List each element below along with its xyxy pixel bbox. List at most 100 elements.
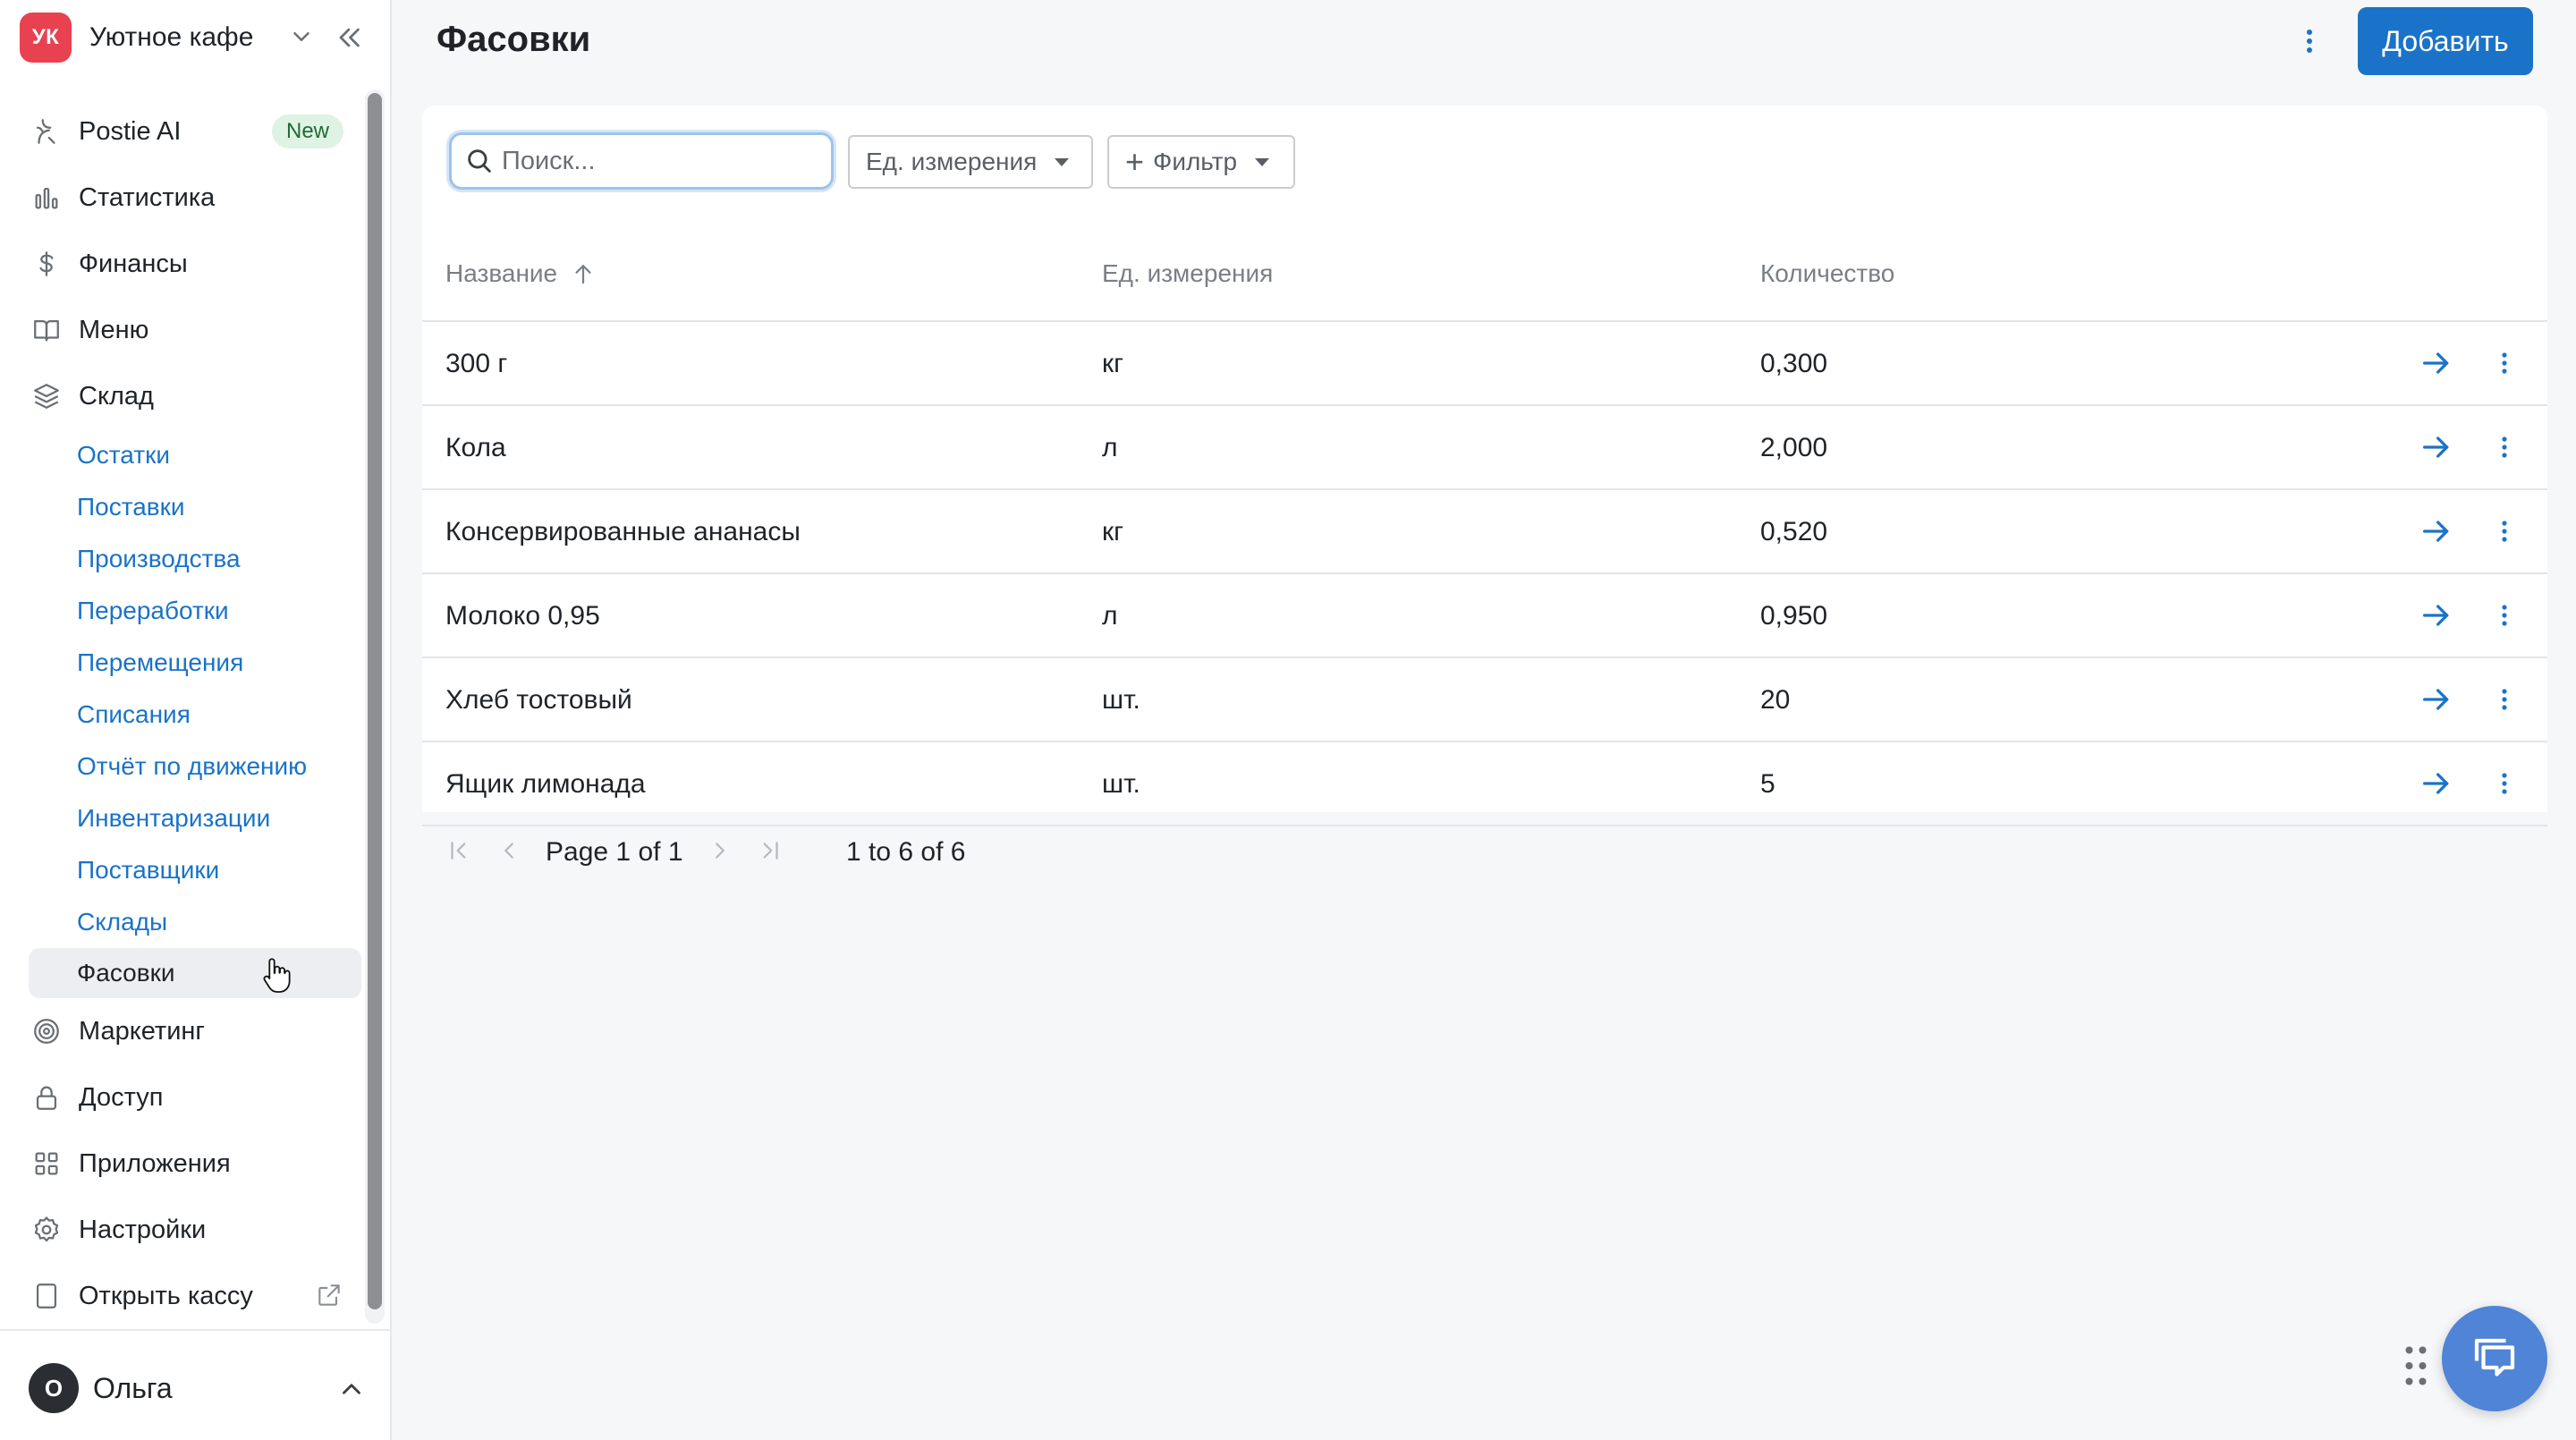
tablet-icon xyxy=(30,1280,63,1312)
nav-item-apps[interactable]: Приложения xyxy=(14,1131,347,1197)
arrow-right-icon[interactable] xyxy=(2419,766,2454,801)
arrow-right-icon[interactable] xyxy=(2419,345,2454,381)
row-more-button[interactable] xyxy=(2487,345,2522,381)
row-more-button[interactable] xyxy=(2487,597,2522,633)
range-label: 1 to 6 of 6 xyxy=(846,837,966,867)
sparkle-icon xyxy=(30,115,63,148)
more-vertical-icon xyxy=(2502,773,2507,794)
user-name: Ольга xyxy=(93,1372,173,1404)
unit-filter-label: Ед. измерения xyxy=(866,148,1038,175)
table-header: Название Ед. измерения Количество xyxy=(422,231,2547,322)
search-box[interactable] xyxy=(449,132,834,190)
bar-chart-icon xyxy=(30,182,63,214)
more-vertical-icon xyxy=(2502,605,2507,626)
total-pages: 1 xyxy=(667,837,683,867)
cell-unit: кг xyxy=(1102,349,1124,378)
cell-name: Хлеб тостовый xyxy=(445,685,632,715)
nav-item-settings[interactable]: Настройки xyxy=(14,1197,347,1263)
plus-icon: + xyxy=(1125,143,1145,180)
sidebar: УК Уютное кафе Postie AI New Статистика … xyxy=(0,0,392,1440)
drag-handle-icon[interactable] xyxy=(2402,1343,2429,1388)
caret-down-icon xyxy=(1255,157,1270,166)
column-header-quantity[interactable]: Количество xyxy=(1760,259,1894,288)
column-header-label: Название xyxy=(445,259,558,287)
nav-item-postie-ai[interactable]: Postie AI New xyxy=(14,98,347,165)
row-more-button[interactable] xyxy=(2487,429,2522,465)
user-menu[interactable]: О Ольга xyxy=(0,1329,390,1440)
row-more-button[interactable] xyxy=(2487,682,2522,717)
last-page-icon[interactable] xyxy=(757,837,784,864)
column-header-name[interactable]: Название xyxy=(445,259,597,288)
lock-icon xyxy=(30,1081,63,1114)
add-filter-button[interactable]: + Фильтр xyxy=(1107,135,1295,189)
subnav-item-inventory[interactable]: Инвентаризации xyxy=(77,792,347,844)
table-row[interactable]: Кола л 2,000 xyxy=(422,406,2547,490)
first-page-icon[interactable] xyxy=(445,837,472,864)
search-input[interactable] xyxy=(502,146,824,176)
nav-item-access[interactable]: Доступ xyxy=(14,1064,347,1131)
subnav-item-suppliers[interactable]: Поставщики xyxy=(77,844,347,896)
nav-item-statistics[interactable]: Статистика xyxy=(14,165,347,231)
main-nav: Postie AI New Статистика Финансы Меню Ск… xyxy=(14,98,361,1329)
nav-item-warehouse[interactable]: Склад xyxy=(14,363,347,429)
subnav-item-writeoffs[interactable]: Списания xyxy=(77,689,347,741)
add-button[interactable]: Добавить xyxy=(2358,7,2533,75)
table-row[interactable]: 300 г кг 0,300 xyxy=(422,322,2547,406)
collapse-sidebar-icon[interactable] xyxy=(333,21,365,54)
nav-label: Склад xyxy=(79,381,154,411)
row-more-button[interactable] xyxy=(2487,766,2522,801)
nav-item-menu[interactable]: Меню xyxy=(14,297,347,363)
org-name: Уютное кафе xyxy=(89,22,254,52)
page-title: Фасовки xyxy=(436,20,591,59)
table-row[interactable]: Консервированные ананасы кг 0,520 xyxy=(422,490,2547,574)
cell-unit: шт. xyxy=(1102,685,1140,715)
nav-label: Финансы xyxy=(79,249,188,278)
chat-button[interactable] xyxy=(2442,1306,2547,1411)
chevron-up-icon[interactable] xyxy=(336,1374,367,1404)
cell-unit: кг xyxy=(1102,517,1124,546)
more-vertical-icon xyxy=(2502,436,2507,458)
layers-icon xyxy=(30,380,63,412)
page-indicator: Page 1 of 1 xyxy=(546,837,683,868)
org-logo: УК xyxy=(20,13,72,63)
subnav-item-packaging[interactable]: Фасовки xyxy=(29,948,361,998)
grid-icon xyxy=(30,1148,63,1180)
subnav-item-processing[interactable]: Переработки xyxy=(77,585,347,637)
arrow-right-icon[interactable] xyxy=(2419,429,2454,465)
subnav-item-production[interactable]: Производства xyxy=(77,533,347,585)
column-header-unit[interactable]: Ед. измерения xyxy=(1102,259,1273,288)
cell-unit: л xyxy=(1102,433,1118,462)
arrow-right-icon[interactable] xyxy=(2419,513,2454,549)
subnav-item-stock[interactable]: Остатки xyxy=(77,429,347,481)
nav-label: Настройки xyxy=(79,1215,207,1244)
arrow-right-icon[interactable] xyxy=(2419,597,2454,633)
subnav-item-warehouses[interactable]: Склады xyxy=(77,896,347,948)
chevron-down-icon[interactable] xyxy=(288,23,315,50)
nav-item-marketing[interactable]: Маркетинг xyxy=(14,998,347,1064)
page-more-button[interactable] xyxy=(2290,21,2329,61)
table-row[interactable]: Хлеб тостовый шт. 20 xyxy=(422,658,2547,742)
arrow-right-icon[interactable] xyxy=(2419,682,2454,717)
org-switcher[interactable]: УК Уютное кафе xyxy=(20,13,377,63)
sidebar-scrollbar-thumb[interactable] xyxy=(368,93,382,1309)
prev-page-icon[interactable] xyxy=(496,837,522,864)
subnav-item-supplies[interactable]: Поставки xyxy=(77,481,347,533)
warehouse-subnav: Остатки Поставки Производства Переработк… xyxy=(14,429,361,998)
nav-label: Приложения xyxy=(79,1148,231,1178)
search-icon xyxy=(468,149,491,173)
cell-name: 300 г xyxy=(445,349,508,378)
subnav-item-transfers[interactable]: Перемещения xyxy=(77,637,347,689)
row-more-button[interactable] xyxy=(2487,513,2522,549)
next-page-icon[interactable] xyxy=(707,837,733,864)
cell-name: Кола xyxy=(445,433,506,462)
subnav-item-movement-report[interactable]: Отчёт по движению xyxy=(77,741,347,792)
more-vertical-icon xyxy=(2502,521,2507,542)
nav-item-finance[interactable]: Финансы xyxy=(14,231,347,297)
gear-icon xyxy=(30,1214,63,1246)
unit-filter-dropdown[interactable]: Ед. измерения xyxy=(848,135,1093,189)
new-badge: New xyxy=(271,114,343,148)
table-row[interactable]: Молоко 0,95 л 0,950 xyxy=(422,574,2547,658)
cell-quantity: 20 xyxy=(1760,685,1791,715)
nav-item-open-register[interactable]: Открыть кассу xyxy=(14,1263,347,1329)
cell-name: Молоко 0,95 xyxy=(445,601,600,631)
